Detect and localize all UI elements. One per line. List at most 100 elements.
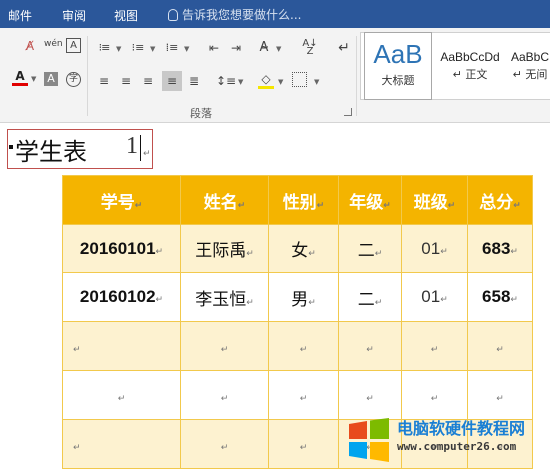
table-cell[interactable]: 男↵ [268, 272, 339, 322]
ribbon-tab-bar: 邮件 审阅 视图 告诉我您想要做什么... [0, 0, 550, 28]
table-cell[interactable]: 二↵ [338, 272, 402, 322]
paragraph-group-label: 段落 [190, 107, 212, 120]
ribbon: A̸ wén A A ▼ A 字 ⁝≡ ▼ ⁝≡ ▼ ⁞≡ ▼ ⇤ ⇥ A̴ ▼… [0, 28, 550, 123]
windows-logo-icon [349, 418, 389, 462]
header-cell[interactable]: 姓名↵ [180, 175, 269, 225]
tell-me-text: 告诉我您想要做什么... [182, 8, 302, 22]
table-cell[interactable]: ↵ [401, 321, 468, 371]
paragraph-bullet-mark [9, 145, 13, 149]
table-cell[interactable]: 658↵ [467, 272, 533, 322]
phonetic-guide-icon[interactable]: wén [44, 36, 63, 52]
style-name: ↵ 正文 [452, 68, 488, 81]
bullets-dropdown-icon[interactable]: ▼ [116, 45, 121, 53]
cell-text: 二 [357, 241, 375, 261]
table-cell[interactable]: 20160102↵ [62, 272, 181, 322]
style-name: ↵ 无间 [512, 68, 548, 81]
table-cell[interactable]: 女↵ [268, 224, 339, 273]
line-spacing-dropdown-icon[interactable]: ▼ [238, 78, 243, 86]
justify-icon[interactable]: ≡ [162, 71, 182, 91]
cell-text: 男 [291, 289, 309, 310]
style-sample: AaBbCcDd [440, 50, 500, 64]
table-cell[interactable]: ↵ [62, 370, 181, 420]
character-border-icon[interactable]: A [66, 38, 81, 53]
shading-icon[interactable]: ◇ [258, 73, 274, 89]
table-cell[interactable]: ↵ [62, 321, 181, 371]
table-cell[interactable]: 二↵ [338, 224, 402, 273]
table-cell[interactable]: ↵ [467, 321, 533, 371]
show-marks-icon[interactable]: ↵ [336, 40, 352, 56]
table-cell[interactable]: 01↵ [401, 272, 468, 322]
table-cell[interactable]: ↵ [180, 419, 269, 469]
watermark-title: 电脑软硬件教程网 [397, 419, 526, 438]
style-name: 大标题 [381, 74, 415, 87]
chinese-layout-icon[interactable]: A̴ [256, 40, 272, 56]
header-label: 性别 [282, 192, 317, 213]
table-cell[interactable]: ↵ [180, 321, 269, 371]
cell-text: 女 [291, 241, 309, 261]
cell-text: 二 [357, 289, 375, 310]
text-cursor [140, 135, 141, 161]
table-cell[interactable]: 王际禹↵ [180, 224, 269, 273]
table-cell[interactable]: 01↵ [401, 224, 468, 273]
style-normal[interactable]: AaBbCcDd ↵ 正文 [437, 33, 503, 99]
cell-text: 20160101 [79, 238, 156, 258]
table-cell[interactable]: 李玉恒↵ [180, 272, 269, 322]
enclose-characters-icon[interactable]: 字 [66, 72, 81, 87]
table-cell[interactable]: ↵ [268, 321, 339, 371]
borders-dropdown-icon[interactable]: ▼ [314, 78, 319, 86]
line-spacing-icon[interactable]: ↕≡ [216, 73, 236, 89]
numbering-icon[interactable]: ⁝≡ [130, 40, 146, 56]
styles-gallery: AaB 大标题 AaBbCcDd ↵ 正文 AaBbC ↵ 无间 [360, 32, 550, 100]
cell-text: 658 [482, 287, 511, 306]
shading-dropdown-icon[interactable]: ▼ [278, 78, 283, 86]
header-cell[interactable]: 性别↵ [268, 175, 339, 225]
header-cell[interactable]: 班级↵ [401, 175, 468, 225]
font-color-dropdown-icon[interactable]: ▼ [31, 75, 36, 83]
chinese-layout-dropdown-icon[interactable]: ▼ [276, 45, 281, 53]
header-cell[interactable]: 总分↵ [467, 175, 533, 225]
tell-me-box[interactable]: 告诉我您想要做什么... [168, 6, 301, 23]
table-cell[interactable]: ↵ [62, 419, 181, 469]
header-label: 学号 [100, 192, 135, 213]
character-shading-icon[interactable]: A [44, 72, 58, 86]
clear-formatting-icon[interactable]: A̸ [22, 38, 38, 54]
table-cell[interactable]: 20160101↵ [62, 224, 181, 273]
site-watermark: 电脑软硬件教程网 www.computer26.com [345, 410, 550, 476]
table-row: ↵ ↵ ↵ ↵ ↵ ↵ [62, 321, 533, 371]
table-cell[interactable]: ↵ [338, 321, 402, 371]
table-cell[interactable]: 683↵ [467, 224, 533, 273]
align-left-icon[interactable]: ≡ [96, 73, 112, 89]
increase-indent-icon[interactable]: ⇥ [228, 40, 244, 56]
bullets-icon[interactable]: ⁝≡ [96, 40, 112, 56]
tab-mailings[interactable]: 邮件 [8, 7, 32, 24]
align-center-icon[interactable]: ≡ [118, 73, 134, 89]
table-header-row: 学号↵ 姓名↵ 性别↵ 年级↵ 班级↵ 总分↵ [62, 175, 533, 225]
tab-review[interactable]: 审阅 [62, 7, 86, 24]
lightbulb-icon [168, 9, 178, 21]
header-cell[interactable]: 学号↵ [62, 175, 181, 225]
paragraph-dialog-launcher-icon[interactable] [344, 108, 352, 116]
cell-text: 李玉恒 [195, 289, 247, 310]
table-cell[interactable]: ↵ [180, 370, 269, 420]
font-color-icon[interactable]: A [12, 70, 28, 86]
style-sample: AaBbC [510, 50, 550, 64]
header-cell[interactable]: 年级↵ [338, 175, 402, 225]
cell-text: 01 [421, 287, 441, 306]
decrease-indent-icon[interactable]: ⇤ [206, 40, 222, 56]
cell-text: 683 [482, 238, 511, 258]
multilevel-list-icon[interactable]: ⁞≡ [164, 40, 180, 56]
distributed-icon[interactable]: ≣ [186, 73, 202, 89]
sort-icon[interactable]: A↓ Z [302, 39, 318, 57]
style-heading-title[interactable]: AaB 大标题 [364, 32, 432, 100]
table-cell[interactable]: ↵ [268, 370, 339, 420]
borders-icon[interactable] [292, 72, 307, 87]
style-sample: AaB [373, 39, 423, 69]
tab-view[interactable]: 视图 [114, 7, 138, 24]
style-no-spacing[interactable]: AaBbC ↵ 无间 [509, 33, 550, 99]
align-right-icon[interactable]: ≡ [140, 73, 156, 89]
cell-text: 01 [421, 238, 441, 258]
numbering-dropdown-icon[interactable]: ▼ [150, 45, 155, 53]
multilevel-dropdown-icon[interactable]: ▼ [184, 45, 189, 53]
table-cell[interactable]: ↵ [268, 419, 339, 469]
document-title: 学生表 [15, 138, 87, 166]
